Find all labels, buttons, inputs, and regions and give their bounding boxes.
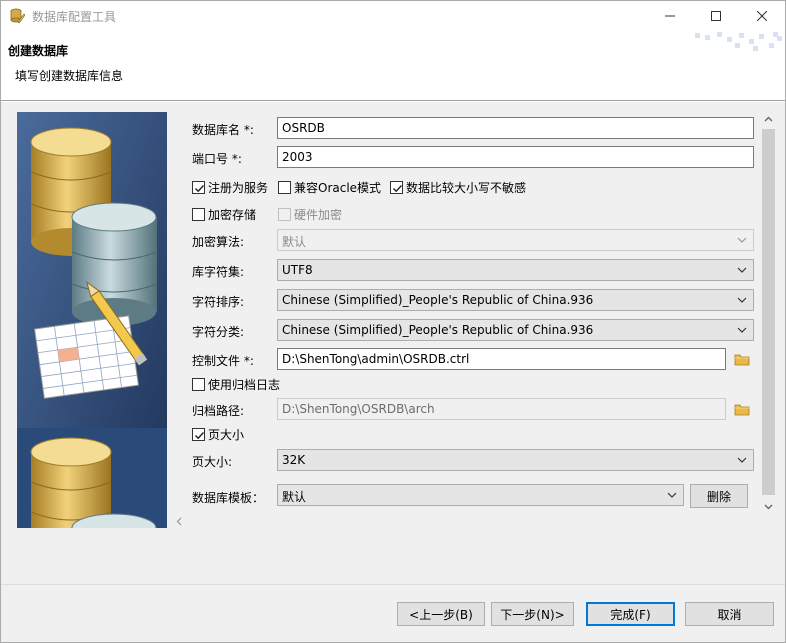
encrypt-algo-value: 默认 (282, 235, 307, 249)
vertical-scrollbar-thumb[interactable] (762, 129, 775, 495)
page-size-select[interactable]: 32K (277, 449, 754, 471)
charset-value: UTF8 (282, 263, 313, 277)
page-subtitle: 填写创建数据库信息 (15, 69, 124, 83)
case-insensitive-checkbox[interactable]: 数据比较大小写不敏感 (390, 179, 526, 195)
archive-log-checkbox[interactable]: 使用归档日志 (192, 376, 280, 392)
wizard-header: 创建数据库 填写创建数据库信息 (1, 31, 785, 101)
database-illustration-icon (17, 112, 167, 528)
page-size-label: 页大小: (192, 455, 233, 469)
vertical-scrollbar[interactable] (760, 112, 777, 516)
db-name-label: 数据库名 *: (192, 123, 254, 137)
encrypt-algo-label: 加密算法: (192, 235, 245, 249)
port-label: 端口号 *: (192, 152, 242, 166)
page-size-check-label: 页大小 (208, 427, 245, 442)
minimize-icon (665, 15, 675, 17)
form-panel: 数据库名 *: OSRDB 端口号 *: 2003 注册为服务 兼容Oracle… (173, 112, 777, 528)
register-service-checkbox[interactable]: 注册为服务 (192, 179, 268, 195)
chevron-down-icon (737, 237, 747, 243)
char-class-value: Chinese (Simplified)_People's Republic o… (282, 323, 594, 337)
checkbox-box (192, 377, 205, 391)
database-illustration (17, 112, 167, 528)
checkbox-box (192, 180, 205, 194)
header-decoration (695, 32, 782, 51)
checkbox-box (278, 207, 291, 221)
chevron-down-icon (667, 492, 677, 498)
prev-button[interactable]: <上一步(B) (397, 602, 485, 626)
encrypt-algo-select[interactable]: 默认 (277, 229, 754, 251)
wizard-body: 数据库名 *: OSRDB 端口号 *: 2003 注册为服务 兼容Oracle… (1, 102, 785, 642)
checkbox-box (192, 207, 205, 221)
app-window: 数据库配置工具 创建数据库 填写创建数据库信息 数据库名 *: OSRDB 端口… (0, 0, 786, 643)
oracle-compat-checkbox[interactable]: 兼容Oracle模式 (278, 179, 381, 195)
char-class-select[interactable]: Chinese (Simplified)_People's Republic o… (277, 319, 754, 341)
next-button[interactable]: 下一步(N)> (491, 602, 574, 626)
checkbox-box (192, 427, 205, 441)
charset-select[interactable]: UTF8 (277, 259, 754, 281)
check-icon (195, 184, 205, 192)
template-select[interactable]: 默认 (277, 484, 684, 506)
page-size-checkbox[interactable]: 页大小 (192, 426, 244, 442)
archive-path-label: 归档路径: (192, 404, 245, 418)
title-bar: 数据库配置工具 (1, 1, 785, 31)
oracle-compat-label: 兼容Oracle模式 (294, 180, 382, 195)
char-class-label: 字符分类: (192, 325, 245, 339)
hardware-encrypt-label: 硬件加密 (294, 207, 343, 222)
checkbox-box (390, 180, 403, 194)
finish-button[interactable]: 完成(F) (586, 602, 675, 626)
check-icon (393, 184, 403, 192)
register-service-label: 注册为服务 (208, 180, 269, 195)
archive-path-input[interactable]: D:\ShenTong\OSRDB\arch (277, 398, 726, 420)
chevron-down-icon (737, 457, 747, 463)
encrypt-storage-checkbox[interactable]: 加密存储 (192, 206, 256, 222)
close-icon (757, 11, 767, 21)
maximize-icon (711, 11, 721, 21)
footer-divider (1, 584, 785, 585)
chevron-down-icon[interactable] (764, 503, 773, 510)
minimize-button[interactable] (647, 1, 693, 31)
collation-value: Chinese (Simplified)_People's Republic o… (282, 293, 594, 307)
chevron-down-icon (737, 267, 747, 273)
control-file-label: 控制文件 *: (192, 354, 254, 368)
collation-label: 字符排序: (192, 295, 245, 309)
collation-select[interactable]: Chinese (Simplified)_People's Republic o… (277, 289, 754, 311)
charset-label: 库字符集: (192, 265, 245, 279)
template-label: 数据库模板： (192, 491, 265, 505)
delete-template-button[interactable]: 删除 (690, 484, 748, 508)
maximize-button[interactable] (693, 1, 739, 31)
checkbox-box (278, 180, 291, 194)
folder-browse-icon[interactable] (734, 352, 750, 366)
chevron-down-icon (737, 327, 747, 333)
port-input[interactable]: 2003 (277, 146, 754, 168)
chevron-left-icon[interactable] (176, 517, 183, 526)
horizontal-scrollbar[interactable] (173, 514, 760, 528)
page-title: 创建数据库 (8, 44, 69, 58)
window-title: 数据库配置工具 (32, 10, 117, 24)
close-button[interactable] (739, 1, 785, 31)
check-icon (195, 431, 205, 439)
archive-log-label: 使用归档日志 (208, 377, 281, 392)
cancel-button[interactable]: 取消 (685, 602, 774, 626)
case-insensitive-label: 数据比较大小写不敏感 (406, 180, 527, 195)
page-size-value: 32K (282, 453, 306, 467)
folder-browse-icon[interactable] (734, 402, 750, 416)
control-file-input[interactable]: D:\ShenTong\admin\OSRDB.ctrl (277, 348, 726, 370)
template-value: 默认 (282, 490, 307, 504)
hardware-encrypt-checkbox[interactable]: 硬件加密 (278, 206, 342, 222)
database-tool-icon (10, 8, 25, 24)
encrypt-storage-label: 加密存储 (208, 207, 257, 222)
chevron-down-icon (737, 297, 747, 303)
db-name-input[interactable]: OSRDB (277, 117, 754, 139)
chevron-up-icon[interactable] (764, 116, 773, 123)
